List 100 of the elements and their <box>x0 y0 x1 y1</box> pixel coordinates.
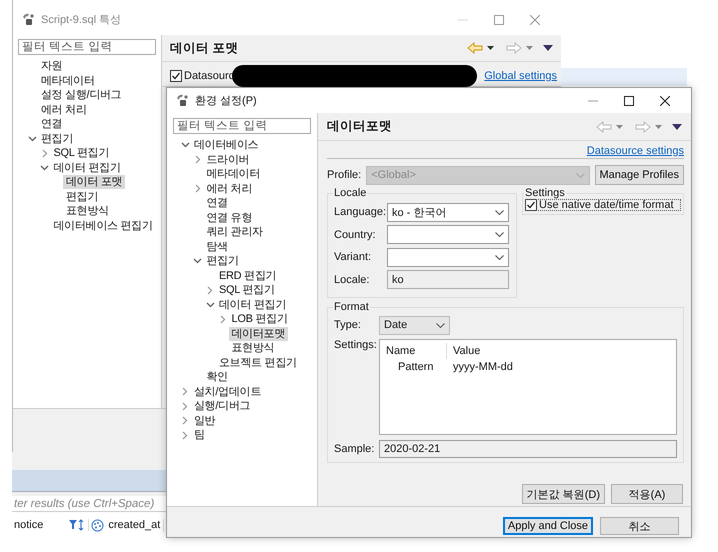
tree-item[interactable]: 표현방식 <box>228 341 278 356</box>
tree-item[interactable]: 데이터포맷 <box>228 326 288 341</box>
chevron-down-icon[interactable] <box>40 164 49 171</box>
chevron-right-icon[interactable] <box>182 402 188 411</box>
tree-item[interactable]: 데이터베이스 편집기 <box>50 218 156 233</box>
tree-item[interactable]: 데이터 포맷 <box>63 175 126 190</box>
apply-and-close-button[interactable]: Apply and Close <box>502 517 593 535</box>
field-label: Language: <box>334 206 387 218</box>
column-header[interactable]: notice <box>14 519 44 531</box>
chevron-right-icon[interactable] <box>220 314 226 324</box>
tree-item[interactable]: 연결 유형 <box>204 210 256 225</box>
tree-item[interactable]: 설정 실행/디버그 <box>38 88 124 102</box>
dropdown[interactable] <box>387 225 509 244</box>
window-icon <box>21 13 35 26</box>
tree-item[interactable]: 연결 <box>38 117 66 132</box>
chevron-right-icon[interactable] <box>182 430 188 440</box>
manage-profiles-button[interactable]: Manage Profiles <box>594 165 684 185</box>
field-label: Settings: <box>334 339 378 351</box>
restore-defaults-button[interactable]: 기본값 복원(D) <box>522 484 605 504</box>
field-label: Sample: <box>334 443 376 455</box>
datasource-settings-link[interactable]: Datasource settings <box>586 145 684 157</box>
tree-item[interactable]: 쿼리 관리자 <box>204 225 266 240</box>
tree-item[interactable]: ERD 편집기 <box>216 268 280 283</box>
profile-dropdown: <Global> <box>366 166 590 184</box>
field-label: Variant: <box>334 251 372 264</box>
tree-item[interactable]: 편집기 <box>38 132 76 146</box>
tree-item[interactable]: 에러 처리 <box>38 102 90 117</box>
tree-item[interactable]: 데이터 편집기 <box>50 160 124 175</box>
maximize-icon[interactable] <box>624 96 634 106</box>
chevron-down-icon <box>495 254 504 260</box>
apply-button[interactable]: 적용(A) <box>611 484 683 504</box>
filter-sort-icon[interactable] <box>69 519 86 531</box>
native-format-checkbox[interactable]: Use native date/time format <box>525 199 681 211</box>
filter-field[interactable]: 필터 텍스트 입력 <box>173 118 311 134</box>
readonly-field: ko <box>387 270 509 290</box>
dropdown-caret-icon[interactable] <box>487 46 494 50</box>
group-title: Format <box>333 301 370 313</box>
datasource-checkbox[interactable]: Datasourc <box>170 70 234 82</box>
dropdown[interactable]: ko - 한국어 <box>387 202 509 222</box>
tree-item[interactable]: 팀 <box>191 428 208 442</box>
field-label: Country: <box>334 228 377 241</box>
tree-item[interactable]: 일반 <box>191 414 218 428</box>
global-settings-link[interactable]: Global settings <box>484 70 557 82</box>
chevron-down-icon <box>436 322 445 328</box>
chevron-down-icon[interactable] <box>180 142 190 148</box>
tree-item[interactable]: 드라이버 <box>204 152 252 167</box>
group-title: Settings <box>524 187 566 199</box>
tree-item[interactable]: 표현방식 <box>63 204 112 218</box>
tree-item[interactable]: 실행/디버그 <box>191 399 254 414</box>
window-icon <box>175 94 189 107</box>
back-arrow-icon[interactable] <box>596 120 612 132</box>
chevron-down-icon <box>576 172 584 178</box>
chevron-right-icon[interactable] <box>194 155 200 164</box>
checkbox-icon <box>525 199 537 211</box>
dropdown[interactable] <box>387 248 509 267</box>
chevron-down-icon[interactable] <box>28 136 36 142</box>
filter-field[interactable]: ter results (use Ctrl+Space) <box>12 496 166 512</box>
tree-item[interactable]: 편집기 <box>63 190 102 204</box>
chevron-right-icon[interactable] <box>207 286 213 295</box>
forward-arrow-icon[interactable] <box>635 120 651 132</box>
tree-item[interactable]: SQL 편집기 <box>50 146 112 160</box>
tree-item[interactable]: SQL 편집기 <box>216 283 278 298</box>
tree-item[interactable]: LOB 편집기 <box>228 312 290 326</box>
tree-item[interactable]: 오브젝트 편집기 <box>216 356 300 370</box>
column-header[interactable]: Value <box>447 345 670 357</box>
table-cell-text: Pattern <box>397 361 434 373</box>
cancel-button[interactable]: 취소 <box>600 517 679 535</box>
tree-item[interactable]: 확인 <box>204 370 231 384</box>
checkbox-icon <box>170 70 182 82</box>
chevron-down-icon[interactable] <box>193 258 202 264</box>
page-title: 데이터포맷 <box>327 118 392 135</box>
tree-item[interactable]: 데이터베이스 <box>191 138 262 152</box>
field-label: Profile: <box>327 169 362 181</box>
tree-item[interactable]: 데이터 편집기 <box>216 298 289 312</box>
tree-item[interactable]: 탐색 <box>204 240 231 254</box>
chevron-right-icon[interactable] <box>194 184 200 194</box>
tree-item[interactable]: 메타데이터 <box>38 74 98 88</box>
tree-item[interactable]: 에러 처리 <box>204 182 256 196</box>
chevron-right-icon[interactable] <box>182 387 188 396</box>
tree-item[interactable]: 연결 <box>204 196 231 210</box>
close-icon[interactable] <box>660 96 670 106</box>
window-title: 환경 설정(P) <box>195 94 257 108</box>
type-dropdown[interactable]: Date <box>379 316 450 334</box>
tree-item[interactable]: 메타데이터 <box>204 167 264 182</box>
forward-arrow-icon[interactable] <box>506 42 522 54</box>
tree-item[interactable]: 설치/업데이트 <box>191 384 264 399</box>
column-header[interactable]: created_at <box>108 519 160 531</box>
tree-item[interactable]: 편집기 <box>204 254 242 268</box>
tree-item[interactable]: 자원 <box>38 59 66 74</box>
filter-field[interactable]: 필터 텍스트 입력 <box>18 39 156 55</box>
page-title: 데이터 포맷 <box>170 40 238 56</box>
chevron-right-icon[interactable] <box>182 416 188 426</box>
view-menu-icon[interactable] <box>672 124 682 130</box>
field-label: Locale: <box>334 274 370 286</box>
chevron-down-icon <box>495 210 504 215</box>
column-header[interactable]: Name <box>386 343 447 359</box>
column-type-icon <box>91 518 104 532</box>
view-menu-icon[interactable] <box>543 45 553 51</box>
chevron-right-icon[interactable] <box>42 148 48 158</box>
chevron-down-icon[interactable] <box>206 302 214 308</box>
